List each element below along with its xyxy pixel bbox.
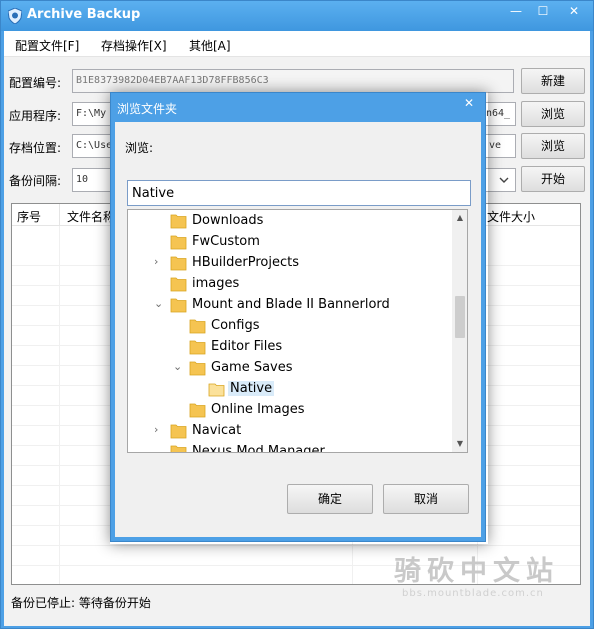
folder-icon (208, 383, 225, 397)
tree-item-label: images (192, 276, 240, 291)
tree-expander-icon[interactable]: › (154, 423, 166, 436)
interval-label: 备份间隔: (9, 174, 62, 188)
new-button[interactable]: 新建 (521, 68, 585, 94)
menu-bar: 配置文件[F] 存档操作[X] 其他[A] (4, 31, 590, 57)
dialog-close-button[interactable]: ✕ (456, 94, 482, 112)
scroll-thumb[interactable] (455, 296, 465, 338)
menu-other[interactable]: 其他[A] (189, 37, 231, 54)
tree-expander-icon[interactable]: › (154, 255, 166, 268)
folder-icon (189, 361, 206, 376)
app-label: 应用程序: (9, 109, 62, 123)
column-file-name[interactable]: 文件名称 (67, 208, 115, 225)
tree-scrollbar[interactable]: ▲ ▼ (452, 210, 467, 452)
browse-label: 浏览: (125, 141, 154, 155)
dialog-body: 浏览: Native Downloads FwCustom › HBuilderPro… (115, 122, 481, 537)
save-location-field-tail: ve (484, 134, 516, 158)
folder-path-input[interactable]: Native (127, 180, 471, 206)
scroll-down-icon[interactable]: ▼ (452, 436, 467, 452)
interval-combo[interactable]: 10 (72, 168, 112, 192)
watermark-logo: 骑砍中文站 (394, 556, 559, 587)
tree-item-label: Configs (211, 318, 260, 333)
column-index[interactable]: 序号 (17, 208, 41, 225)
ok-button[interactable]: 确定 (287, 484, 373, 514)
column-divider (59, 204, 60, 226)
folder-icon (170, 298, 187, 313)
status-text: 备份已停止: 等待备份开始 (11, 596, 151, 610)
tree-item-label: Game Saves (211, 360, 293, 375)
tree-item-label: Editor Files (211, 339, 283, 354)
folder-icon (170, 445, 187, 452)
save-location-label: 存档位置: (9, 141, 62, 155)
folder-icon (170, 214, 187, 229)
tree-item-label: Mount and Blade II Bannerlord (192, 297, 390, 312)
tree-item-label: Nexus Mod Manager (192, 444, 325, 453)
start-button[interactable]: 开始 (521, 166, 585, 192)
tree-item-label: Online Images (211, 402, 305, 417)
folder-icon (170, 235, 187, 250)
config-id-field[interactable]: B1E8373982D04EB7AAF13D78FFB856C3 (72, 69, 514, 93)
tree-item-label: Native (228, 381, 275, 396)
interval-dropdown-arrow[interactable] (494, 169, 514, 191)
shield-icon (8, 8, 22, 24)
window-title: Archive Backup (27, 7, 141, 22)
cancel-button[interactable]: 取消 (383, 484, 469, 514)
folder-tree[interactable]: Downloads FwCustom › HBuilderProjects images… (127, 209, 468, 453)
folder-icon (170, 424, 187, 439)
minimize-button[interactable]: — (501, 1, 531, 21)
maximize-button[interactable]: ☐ (528, 1, 558, 21)
title-bar[interactable]: Archive Backup — ☐ ✕ (1, 1, 593, 31)
tree-item-label: FwCustom (192, 234, 260, 249)
menu-save-operations[interactable]: 存档操作[X] (101, 37, 167, 54)
tree-item-label: Downloads (192, 213, 264, 228)
close-button[interactable]: ✕ (556, 1, 592, 21)
folder-icon (170, 277, 187, 292)
save-location-field[interactable]: C:\Use (72, 134, 112, 158)
folder-icon (189, 319, 206, 334)
app-path-field-tail: n64_ (484, 102, 516, 126)
config-id-label: 配置编号: (9, 76, 62, 90)
browse-folder-dialog: 浏览文件夹 ✕ 浏览: Native Downloads FwCustom › HBu… (110, 92, 486, 542)
dialog-title: 浏览文件夹 (117, 102, 178, 116)
folder-icon (170, 256, 187, 271)
tree-expander-icon[interactable]: ⌄ (173, 360, 185, 373)
folder-icon (189, 403, 206, 418)
watermark-url: bbs.mountblade.com.cn (402, 588, 544, 599)
browse-app-button[interactable]: 浏览 (521, 101, 585, 127)
app-path-field[interactable]: F:\My (72, 102, 112, 126)
chevron-down-icon (499, 177, 509, 183)
tree-item-label: Navicat (192, 423, 242, 438)
folder-icon (189, 340, 206, 355)
tree-item-label: HBuilderProjects (192, 255, 300, 270)
column-file-size[interactable]: 文件大小 (487, 208, 535, 225)
tree-expander-icon[interactable]: ⌄ (154, 297, 166, 310)
scroll-up-icon[interactable]: ▲ (452, 210, 467, 226)
browse-save-button[interactable]: 浏览 (521, 133, 585, 159)
menu-config-file[interactable]: 配置文件[F] (15, 37, 79, 54)
